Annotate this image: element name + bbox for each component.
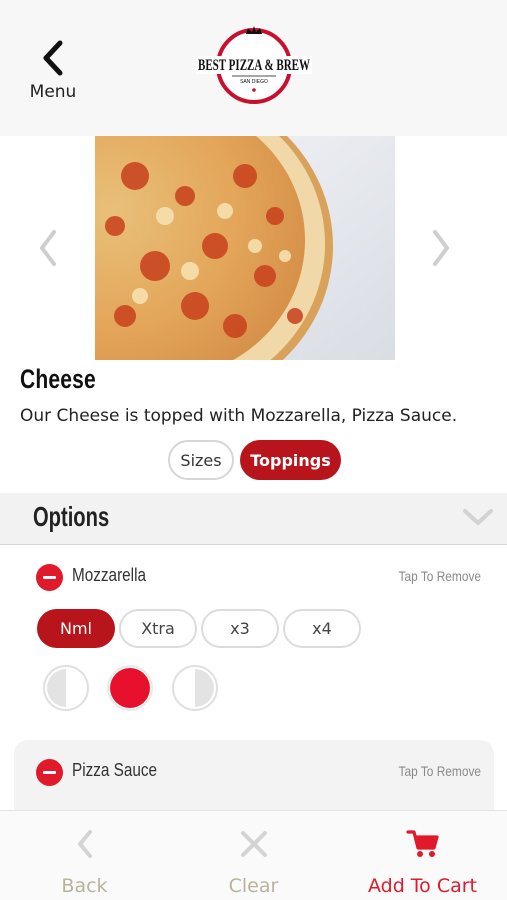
header: Menu BEST PIZZA & BREW SAN DIEGO bbox=[0, 0, 507, 136]
shopping-cart-icon bbox=[405, 830, 439, 857]
add-to-cart-button[interactable]: Add To Cart bbox=[338, 811, 507, 900]
item-title: Cheese bbox=[20, 364, 96, 394]
amount-x4-button[interactable]: x4 bbox=[283, 609, 361, 648]
bottom-action-bar: Back Clear Add To Cart bbox=[0, 810, 507, 900]
whole-coverage-icon[interactable] bbox=[106, 664, 154, 712]
chevron-left-icon bbox=[43, 40, 63, 76]
next-image-arrow-icon[interactable] bbox=[427, 228, 455, 268]
left-half-coverage-icon[interactable] bbox=[42, 664, 90, 712]
tap-to-remove-link[interactable]: Tap To Remove bbox=[399, 763, 481, 779]
amount-x3-button[interactable]: x3 bbox=[201, 609, 279, 648]
pizza-image bbox=[95, 136, 395, 360]
options-header[interactable]: Options bbox=[0, 493, 507, 545]
item-description: Our Cheese is topped with Mozzarella, Pi… bbox=[20, 406, 458, 426]
menu-back-button[interactable]: Menu bbox=[22, 40, 84, 106]
remove-topping-icon[interactable] bbox=[36, 564, 63, 591]
topping-name: Pizza Sauce bbox=[72, 760, 158, 780]
close-icon bbox=[240, 831, 267, 857]
back-label: Back bbox=[61, 875, 108, 897]
options-title: Options bbox=[33, 501, 110, 532]
topping-row-pizza-sauce: Pizza Sauce Tap To Remove bbox=[0, 746, 507, 796]
back-button[interactable]: Back bbox=[0, 811, 169, 900]
best-pizza-brew-logo: BEST PIZZA & BREW SAN DIEGO bbox=[196, 26, 312, 104]
amount-nml-button[interactable]: Nml bbox=[37, 609, 115, 648]
right-half-coverage-icon[interactable] bbox=[171, 664, 219, 712]
chevron-left-icon bbox=[77, 830, 92, 858]
tap-to-remove-link[interactable]: Tap To Remove bbox=[399, 568, 481, 584]
topping-row-mozzarella: Mozzarella Tap To Remove bbox=[0, 551, 507, 601]
remove-topping-icon[interactable] bbox=[36, 759, 63, 786]
clear-label: Clear bbox=[228, 875, 279, 897]
menu-label: Menu bbox=[29, 82, 77, 102]
add-to-cart-label: Add To Cart bbox=[367, 875, 478, 897]
chevron-down-icon bbox=[463, 509, 493, 525]
tab-toppings[interactable]: Toppings bbox=[240, 440, 341, 480]
tab-sizes[interactable]: Sizes bbox=[168, 440, 234, 480]
logo-line2: SAN DIEGO bbox=[240, 79, 268, 85]
amount-xtra-button[interactable]: Xtra bbox=[119, 609, 197, 648]
clear-button[interactable]: Clear bbox=[169, 811, 338, 900]
logo-line1: BEST PIZZA & BREW bbox=[198, 57, 310, 74]
topping-name: Mozzarella bbox=[72, 565, 146, 585]
prev-image-arrow-icon[interactable] bbox=[34, 228, 62, 268]
